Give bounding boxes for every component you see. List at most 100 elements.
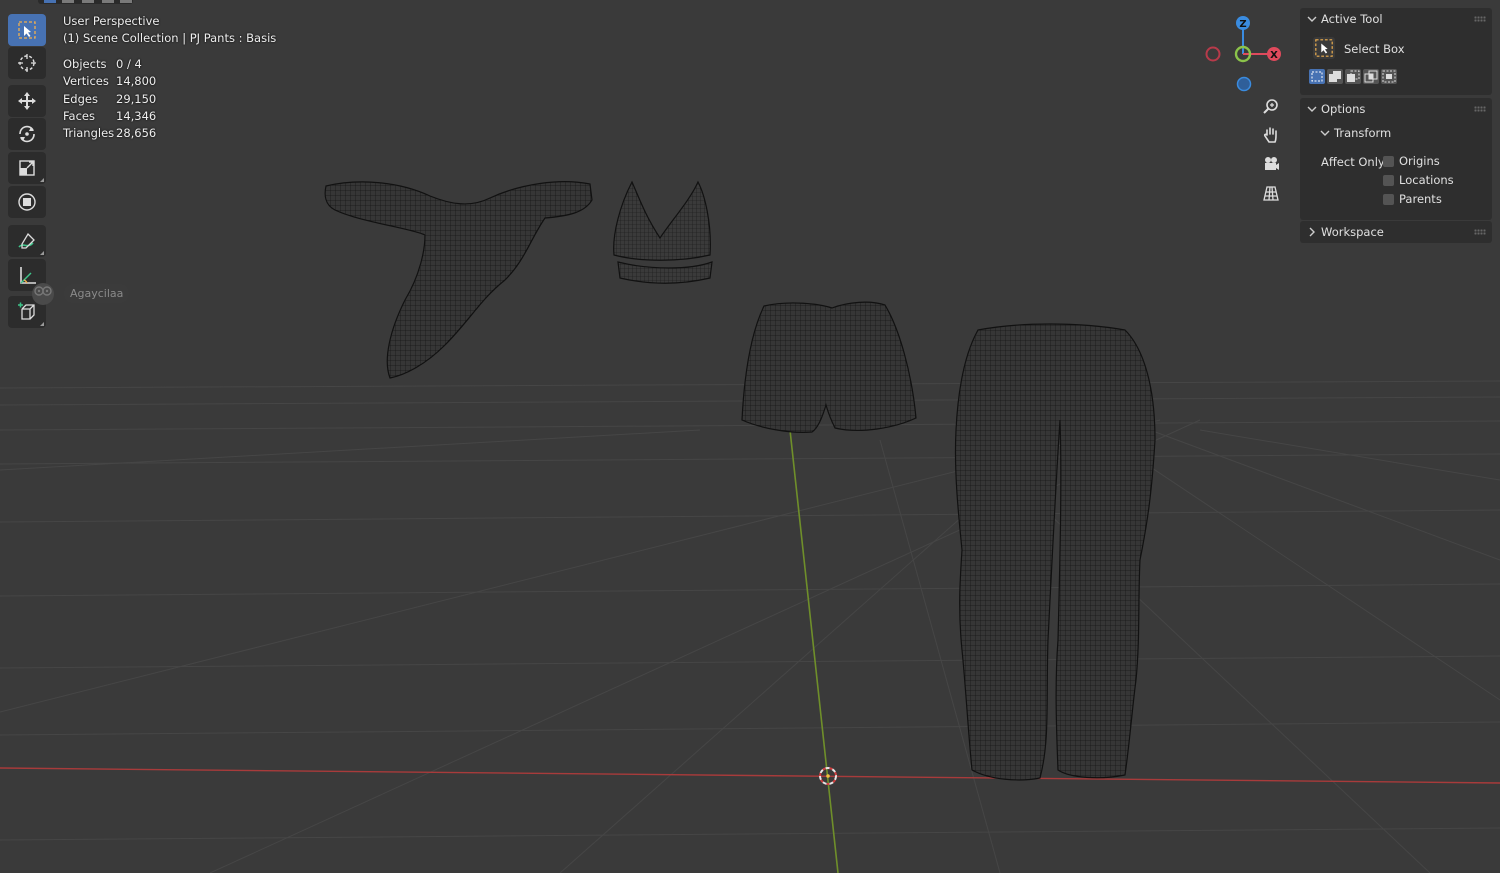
3d-viewport[interactable]: User Perspective (1) Scene Collection | …: [0, 0, 1500, 873]
viewport-info: User Perspective (1) Scene Collection | …: [63, 13, 276, 47]
camera-icon: [1265, 157, 1279, 170]
checkbox-box[interactable]: [1383, 193, 1394, 205]
tool-cursor[interactable]: [8, 47, 46, 79]
transform-subheader[interactable]: Transform: [1313, 122, 1483, 144]
checkbox-label: Origins: [1399, 154, 1440, 168]
header-collapsed-strip[interactable]: [38, 0, 133, 4]
stat-label: Triangles: [63, 126, 115, 141]
checkbox-label: Parents: [1399, 192, 1442, 206]
workspace-section: Workspace: [1300, 221, 1492, 243]
stat-value: 14,800: [116, 74, 157, 89]
camera-view-button[interactable]: [1257, 151, 1285, 177]
user-presence-tag: Agaycilaa: [28, 282, 130, 305]
selection-mode-buttons: [1309, 69, 1399, 84]
user-name: Agaycilaa: [64, 283, 130, 303]
y-axis-line: [789, 429, 839, 873]
scene-statistics: Objects 0 / 4 Vertices 14,800 Edges 29,150 …: [63, 57, 156, 143]
hand-icon: [1263, 127, 1277, 143]
neg-z-axis-handle: [1236, 76, 1252, 92]
active-tool-header[interactable]: Active Tool: [1300, 8, 1492, 30]
owl-avatar-icon: [32, 283, 54, 305]
mode-intersect-button[interactable]: [1381, 69, 1397, 84]
stat-label: Faces: [63, 108, 95, 123]
stat-label: Edges: [63, 91, 98, 106]
select-box-icon: [18, 21, 36, 39]
active-tool-section: Active Tool Select Box: [1300, 8, 1492, 95]
scale-icon: [19, 160, 35, 176]
origins-checkbox[interactable]: Origins: [1383, 154, 1440, 168]
grid-perspective-icon: [1263, 186, 1279, 201]
tool-transform[interactable]: [8, 186, 46, 218]
floor-grid: [0, 380, 1500, 873]
shirt-mesh: [324, 181, 593, 379]
checkbox-label: Locations: [1399, 173, 1454, 187]
options-title: Options: [1321, 102, 1366, 116]
active-tool-icon-box[interactable]: [1313, 37, 1335, 59]
options-section: Options Transform Affect Only Origins Lo…: [1300, 98, 1492, 220]
tool-annotate[interactable]: [8, 225, 46, 257]
tool-move[interactable]: [8, 85, 46, 117]
perspective-toggle-button[interactable]: [1257, 180, 1285, 206]
move-icon: [18, 92, 36, 110]
mode-intersect-icon: [1382, 70, 1396, 83]
stat-row: Edges 29,150: [63, 92, 156, 109]
mode-subtract-button[interactable]: [1345, 69, 1361, 84]
mode-extend-button[interactable]: [1327, 69, 1343, 84]
stat-row: Objects 0 / 4: [63, 57, 156, 74]
mode-set-button[interactable]: [1309, 69, 1325, 84]
x-axis-line: [0, 767, 1500, 784]
locations-checkbox[interactable]: Locations: [1383, 173, 1454, 187]
stat-row: Triangles 28,656: [63, 126, 156, 143]
select-box-icon: [1315, 39, 1333, 57]
chevron-down-icon: [1307, 16, 1317, 22]
pan-button[interactable]: [1257, 122, 1285, 148]
stat-label: Objects: [63, 57, 107, 71]
tool-select-box[interactable]: [8, 14, 46, 46]
shorts-mesh: [741, 301, 917, 433]
view-name: User Perspective: [63, 14, 160, 28]
active-tool-title: Active Tool: [1321, 12, 1383, 26]
stat-value: 0 / 4: [116, 57, 142, 71]
stat-row: Vertices 14,800: [63, 74, 156, 91]
cursor-icon: [18, 54, 36, 72]
bra-mesh: [613, 180, 713, 284]
options-header[interactable]: Options: [1300, 98, 1492, 120]
chevron-down-icon: [1320, 130, 1330, 136]
z-axis-label: Z: [1239, 19, 1246, 30]
active-tool-name: Select Box: [1344, 42, 1405, 56]
chevron-down-icon: [1307, 106, 1317, 112]
mode-invert-icon: [1364, 70, 1378, 83]
drag-grip-icon[interactable]: [1474, 106, 1486, 112]
stat-value: 28,656: [116, 126, 157, 141]
zoom-icon: [1263, 99, 1278, 114]
transform-title: Transform: [1334, 126, 1392, 140]
rotate-icon: [19, 125, 35, 143]
stat-value: 29,150: [116, 91, 157, 106]
stat-label: Vertices: [63, 74, 109, 89]
workspace-header[interactable]: Workspace: [1300, 221, 1492, 243]
checkbox-box[interactable]: [1383, 174, 1394, 186]
stat-row: Faces 14,346: [63, 109, 156, 126]
tool-scale[interactable]: [8, 152, 46, 184]
drag-grip-icon[interactable]: [1474, 229, 1486, 235]
annotate-icon: [18, 232, 35, 249]
mode-new-icon: [1311, 71, 1323, 82]
transform-icon: [18, 193, 36, 211]
pants-mesh: [954, 323, 1156, 781]
workspace-title: Workspace: [1321, 225, 1384, 239]
checkbox-box[interactable]: [1383, 155, 1394, 167]
navigation-gizmo[interactable]: Z X: [1200, 10, 1290, 100]
zoom-button[interactable]: [1257, 94, 1285, 120]
mode-subtract-icon: [1347, 70, 1360, 82]
x-axis-label: X: [1270, 50, 1278, 61]
stat-value: 14,346: [116, 108, 157, 123]
affect-only-label: Affect Only: [1321, 155, 1385, 169]
mode-extend-icon: [1329, 71, 1341, 82]
neg-x-axis-handle: [1205, 46, 1221, 62]
chevron-right-icon: [1309, 227, 1315, 237]
parents-checkbox[interactable]: Parents: [1383, 192, 1442, 206]
scene-path: (1) Scene Collection | PJ Pants : Basis: [63, 31, 277, 45]
mode-invert-button[interactable]: [1363, 69, 1379, 84]
tool-rotate[interactable]: [8, 118, 46, 150]
drag-grip-icon[interactable]: [1474, 16, 1486, 22]
